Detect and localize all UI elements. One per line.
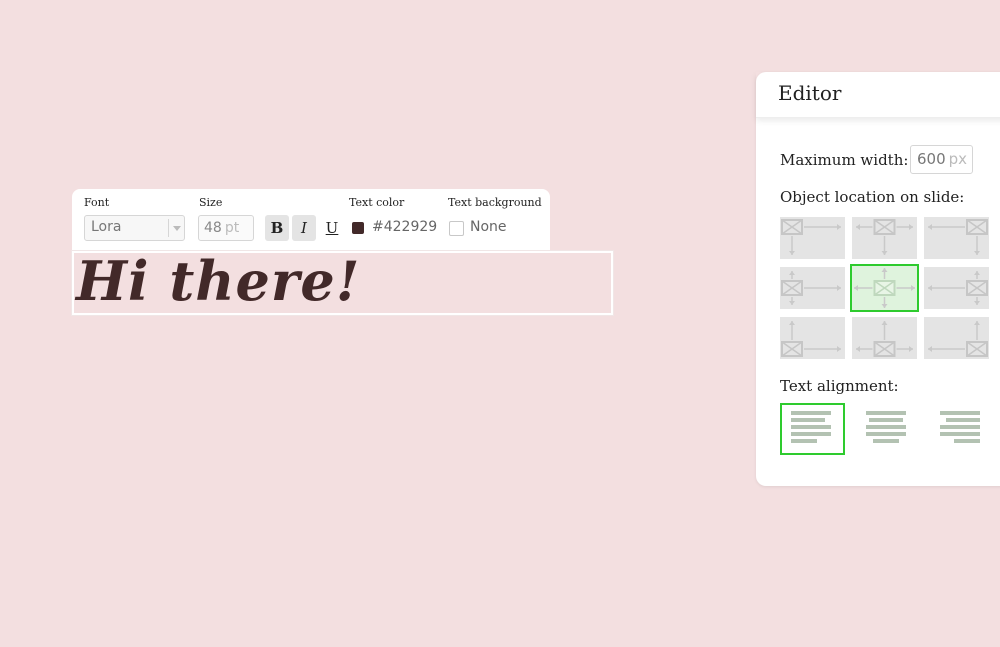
font-value: Lora: [91, 219, 122, 235]
max-width-unit: px: [948, 150, 968, 168]
location-top-right[interactable]: [924, 217, 989, 259]
align-center-option[interactable]: [854, 403, 919, 455]
font-select-divider: [168, 219, 169, 237]
location-top-center[interactable]: [852, 217, 917, 259]
location-icon: [928, 321, 988, 357]
location-icon: [928, 271, 988, 305]
text-object[interactable]: Hi there!: [72, 249, 613, 315]
alignment-label: Text alignment:: [780, 377, 899, 395]
location-icon: [856, 219, 913, 255]
location-icon: [856, 321, 913, 357]
location-middle-center[interactable]: [850, 264, 919, 312]
editor-title: Editor: [778, 81, 842, 105]
size-value: 48: [204, 220, 222, 236]
size-unit: pt: [224, 220, 240, 236]
location-middle-right[interactable]: [924, 267, 989, 309]
align-left-option[interactable]: [780, 403, 845, 455]
editor-header: Editor: [756, 72, 1000, 118]
underline-button[interactable]: U: [320, 215, 344, 241]
text-color-value[interactable]: #422929: [372, 219, 437, 235]
location-icon: [781, 321, 841, 357]
location-middle-left[interactable]: [780, 267, 845, 309]
text-background-value[interactable]: None: [470, 219, 507, 235]
font-label: Font: [84, 196, 110, 209]
location-icon: [781, 271, 841, 305]
editor-panel: Editor Maximum width: 600 px Object locat…: [756, 72, 1000, 486]
location-top-left[interactable]: [780, 217, 845, 259]
bold-button[interactable]: B: [265, 215, 289, 241]
location-icon: [781, 219, 841, 255]
chevron-down-icon[interactable]: [173, 226, 181, 231]
text-color-label: Text color: [349, 196, 405, 209]
text-color-swatch[interactable]: [352, 222, 364, 234]
location-label: Object location on slide:: [780, 188, 965, 206]
text-toolbar: Font Lora Size 48 pt B I U Text color #42…: [72, 189, 550, 252]
location-icon: [928, 219, 988, 255]
size-input[interactable]: 48 pt: [198, 215, 254, 241]
location-bottom-right[interactable]: [924, 317, 989, 359]
align-right-option[interactable]: [926, 403, 991, 455]
font-select[interactable]: Lora: [84, 215, 185, 241]
max-width-label: Maximum width:: [780, 151, 909, 169]
italic-button[interactable]: I: [292, 215, 316, 241]
location-icon: [854, 268, 915, 308]
location-bottom-left[interactable]: [780, 317, 845, 359]
location-bottom-center[interactable]: [852, 317, 917, 359]
slide-text[interactable]: Hi there!: [76, 249, 360, 313]
max-width-input[interactable]: 600 px: [910, 145, 973, 174]
max-width-value: 600: [917, 150, 946, 168]
size-label: Size: [199, 196, 223, 209]
text-background-label: Text background: [448, 196, 542, 209]
text-background-checkbox[interactable]: [449, 221, 464, 236]
